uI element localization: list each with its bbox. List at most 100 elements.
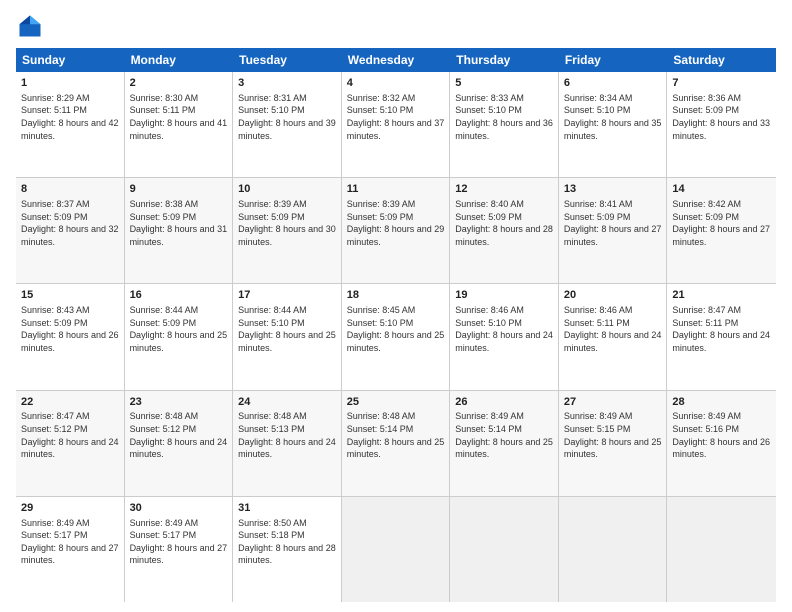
day-info: Sunrise: 8:44 AM Sunset: 5:09 PM Dayligh…: [130, 304, 228, 354]
header-day-friday: Friday: [559, 48, 668, 72]
calendar-day-30: 30Sunrise: 8:49 AM Sunset: 5:17 PM Dayli…: [125, 497, 234, 602]
day-info: Sunrise: 8:32 AM Sunset: 5:10 PM Dayligh…: [347, 92, 445, 142]
header-day-tuesday: Tuesday: [233, 48, 342, 72]
day-number: 21: [672, 288, 771, 303]
day-number: 27: [564, 395, 662, 410]
calendar-empty-cell: [450, 497, 559, 602]
header-day-wednesday: Wednesday: [342, 48, 451, 72]
day-info: Sunrise: 8:29 AM Sunset: 5:11 PM Dayligh…: [21, 92, 119, 142]
calendar-empty-cell: [667, 497, 776, 602]
day-number: 6: [564, 76, 662, 91]
calendar-day-27: 27Sunrise: 8:49 AM Sunset: 5:15 PM Dayli…: [559, 391, 668, 496]
header-day-saturday: Saturday: [667, 48, 776, 72]
calendar-day-26: 26Sunrise: 8:49 AM Sunset: 5:14 PM Dayli…: [450, 391, 559, 496]
calendar-day-28: 28Sunrise: 8:49 AM Sunset: 5:16 PM Dayli…: [667, 391, 776, 496]
day-number: 11: [347, 182, 445, 197]
day-info: Sunrise: 8:50 AM Sunset: 5:18 PM Dayligh…: [238, 517, 336, 567]
header-day-sunday: Sunday: [16, 48, 125, 72]
day-number: 4: [347, 76, 445, 91]
calendar-day-18: 18Sunrise: 8:45 AM Sunset: 5:10 PM Dayli…: [342, 284, 451, 389]
calendar-day-20: 20Sunrise: 8:46 AM Sunset: 5:11 PM Dayli…: [559, 284, 668, 389]
day-number: 8: [21, 182, 119, 197]
day-number: 18: [347, 288, 445, 303]
day-number: 13: [564, 182, 662, 197]
day-number: 22: [21, 395, 119, 410]
header-day-thursday: Thursday: [450, 48, 559, 72]
day-number: 10: [238, 182, 336, 197]
day-info: Sunrise: 8:44 AM Sunset: 5:10 PM Dayligh…: [238, 304, 336, 354]
calendar-day-25: 25Sunrise: 8:48 AM Sunset: 5:14 PM Dayli…: [342, 391, 451, 496]
day-number: 24: [238, 395, 336, 410]
day-info: Sunrise: 8:47 AM Sunset: 5:11 PM Dayligh…: [672, 304, 771, 354]
day-info: Sunrise: 8:46 AM Sunset: 5:10 PM Dayligh…: [455, 304, 553, 354]
logo-icon: [16, 12, 44, 40]
day-info: Sunrise: 8:48 AM Sunset: 5:13 PM Dayligh…: [238, 410, 336, 460]
calendar-day-11: 11Sunrise: 8:39 AM Sunset: 5:09 PM Dayli…: [342, 178, 451, 283]
calendar-day-24: 24Sunrise: 8:48 AM Sunset: 5:13 PM Dayli…: [233, 391, 342, 496]
day-number: 19: [455, 288, 553, 303]
day-info: Sunrise: 8:41 AM Sunset: 5:09 PM Dayligh…: [564, 198, 662, 248]
day-info: Sunrise: 8:36 AM Sunset: 5:09 PM Dayligh…: [672, 92, 771, 142]
calendar-day-22: 22Sunrise: 8:47 AM Sunset: 5:12 PM Dayli…: [16, 391, 125, 496]
day-number: 29: [21, 501, 119, 516]
day-number: 20: [564, 288, 662, 303]
day-number: 16: [130, 288, 228, 303]
day-info: Sunrise: 8:38 AM Sunset: 5:09 PM Dayligh…: [130, 198, 228, 248]
calendar-empty-cell: [342, 497, 451, 602]
calendar: SundayMondayTuesdayWednesdayThursdayFrid…: [16, 48, 776, 602]
header-day-monday: Monday: [125, 48, 234, 72]
day-info: Sunrise: 8:42 AM Sunset: 5:09 PM Dayligh…: [672, 198, 771, 248]
calendar-day-9: 9Sunrise: 8:38 AM Sunset: 5:09 PM Daylig…: [125, 178, 234, 283]
day-number: 17: [238, 288, 336, 303]
day-info: Sunrise: 8:49 AM Sunset: 5:14 PM Dayligh…: [455, 410, 553, 460]
day-number: 28: [672, 395, 771, 410]
day-info: Sunrise: 8:39 AM Sunset: 5:09 PM Dayligh…: [347, 198, 445, 248]
top-header: [16, 12, 776, 40]
day-number: 25: [347, 395, 445, 410]
calendar-day-15: 15Sunrise: 8:43 AM Sunset: 5:09 PM Dayli…: [16, 284, 125, 389]
calendar-day-10: 10Sunrise: 8:39 AM Sunset: 5:09 PM Dayli…: [233, 178, 342, 283]
day-number: 23: [130, 395, 228, 410]
calendar-empty-cell: [559, 497, 668, 602]
day-info: Sunrise: 8:33 AM Sunset: 5:10 PM Dayligh…: [455, 92, 553, 142]
day-info: Sunrise: 8:49 AM Sunset: 5:16 PM Dayligh…: [672, 410, 771, 460]
day-info: Sunrise: 8:49 AM Sunset: 5:17 PM Dayligh…: [130, 517, 228, 567]
day-number: 9: [130, 182, 228, 197]
day-info: Sunrise: 8:31 AM Sunset: 5:10 PM Dayligh…: [238, 92, 336, 142]
calendar-day-4: 4Sunrise: 8:32 AM Sunset: 5:10 PM Daylig…: [342, 72, 451, 177]
calendar-day-5: 5Sunrise: 8:33 AM Sunset: 5:10 PM Daylig…: [450, 72, 559, 177]
day-number: 1: [21, 76, 119, 91]
calendar-day-19: 19Sunrise: 8:46 AM Sunset: 5:10 PM Dayli…: [450, 284, 559, 389]
calendar-day-21: 21Sunrise: 8:47 AM Sunset: 5:11 PM Dayli…: [667, 284, 776, 389]
day-number: 26: [455, 395, 553, 410]
day-info: Sunrise: 8:47 AM Sunset: 5:12 PM Dayligh…: [21, 410, 119, 460]
calendar-day-7: 7Sunrise: 8:36 AM Sunset: 5:09 PM Daylig…: [667, 72, 776, 177]
day-info: Sunrise: 8:34 AM Sunset: 5:10 PM Dayligh…: [564, 92, 662, 142]
calendar-day-3: 3Sunrise: 8:31 AM Sunset: 5:10 PM Daylig…: [233, 72, 342, 177]
calendar-week-1: 1Sunrise: 8:29 AM Sunset: 5:11 PM Daylig…: [16, 72, 776, 178]
calendar-day-16: 16Sunrise: 8:44 AM Sunset: 5:09 PM Dayli…: [125, 284, 234, 389]
day-info: Sunrise: 8:43 AM Sunset: 5:09 PM Dayligh…: [21, 304, 119, 354]
day-info: Sunrise: 8:49 AM Sunset: 5:15 PM Dayligh…: [564, 410, 662, 460]
calendar-week-2: 8Sunrise: 8:37 AM Sunset: 5:09 PM Daylig…: [16, 178, 776, 284]
day-info: Sunrise: 8:46 AM Sunset: 5:11 PM Dayligh…: [564, 304, 662, 354]
calendar-page: SundayMondayTuesdayWednesdayThursdayFrid…: [0, 0, 792, 612]
day-number: 3: [238, 76, 336, 91]
day-number: 7: [672, 76, 771, 91]
day-number: 30: [130, 501, 228, 516]
logo: [16, 12, 50, 40]
calendar-day-6: 6Sunrise: 8:34 AM Sunset: 5:10 PM Daylig…: [559, 72, 668, 177]
day-number: 12: [455, 182, 553, 197]
day-info: Sunrise: 8:30 AM Sunset: 5:11 PM Dayligh…: [130, 92, 228, 142]
day-info: Sunrise: 8:49 AM Sunset: 5:17 PM Dayligh…: [21, 517, 119, 567]
day-info: Sunrise: 8:45 AM Sunset: 5:10 PM Dayligh…: [347, 304, 445, 354]
day-info: Sunrise: 8:48 AM Sunset: 5:14 PM Dayligh…: [347, 410, 445, 460]
calendar-week-5: 29Sunrise: 8:49 AM Sunset: 5:17 PM Dayli…: [16, 497, 776, 602]
day-number: 15: [21, 288, 119, 303]
day-number: 2: [130, 76, 228, 91]
calendar-day-12: 12Sunrise: 8:40 AM Sunset: 5:09 PM Dayli…: [450, 178, 559, 283]
calendar-day-23: 23Sunrise: 8:48 AM Sunset: 5:12 PM Dayli…: [125, 391, 234, 496]
day-number: 5: [455, 76, 553, 91]
day-info: Sunrise: 8:39 AM Sunset: 5:09 PM Dayligh…: [238, 198, 336, 248]
calendar-day-8: 8Sunrise: 8:37 AM Sunset: 5:09 PM Daylig…: [16, 178, 125, 283]
